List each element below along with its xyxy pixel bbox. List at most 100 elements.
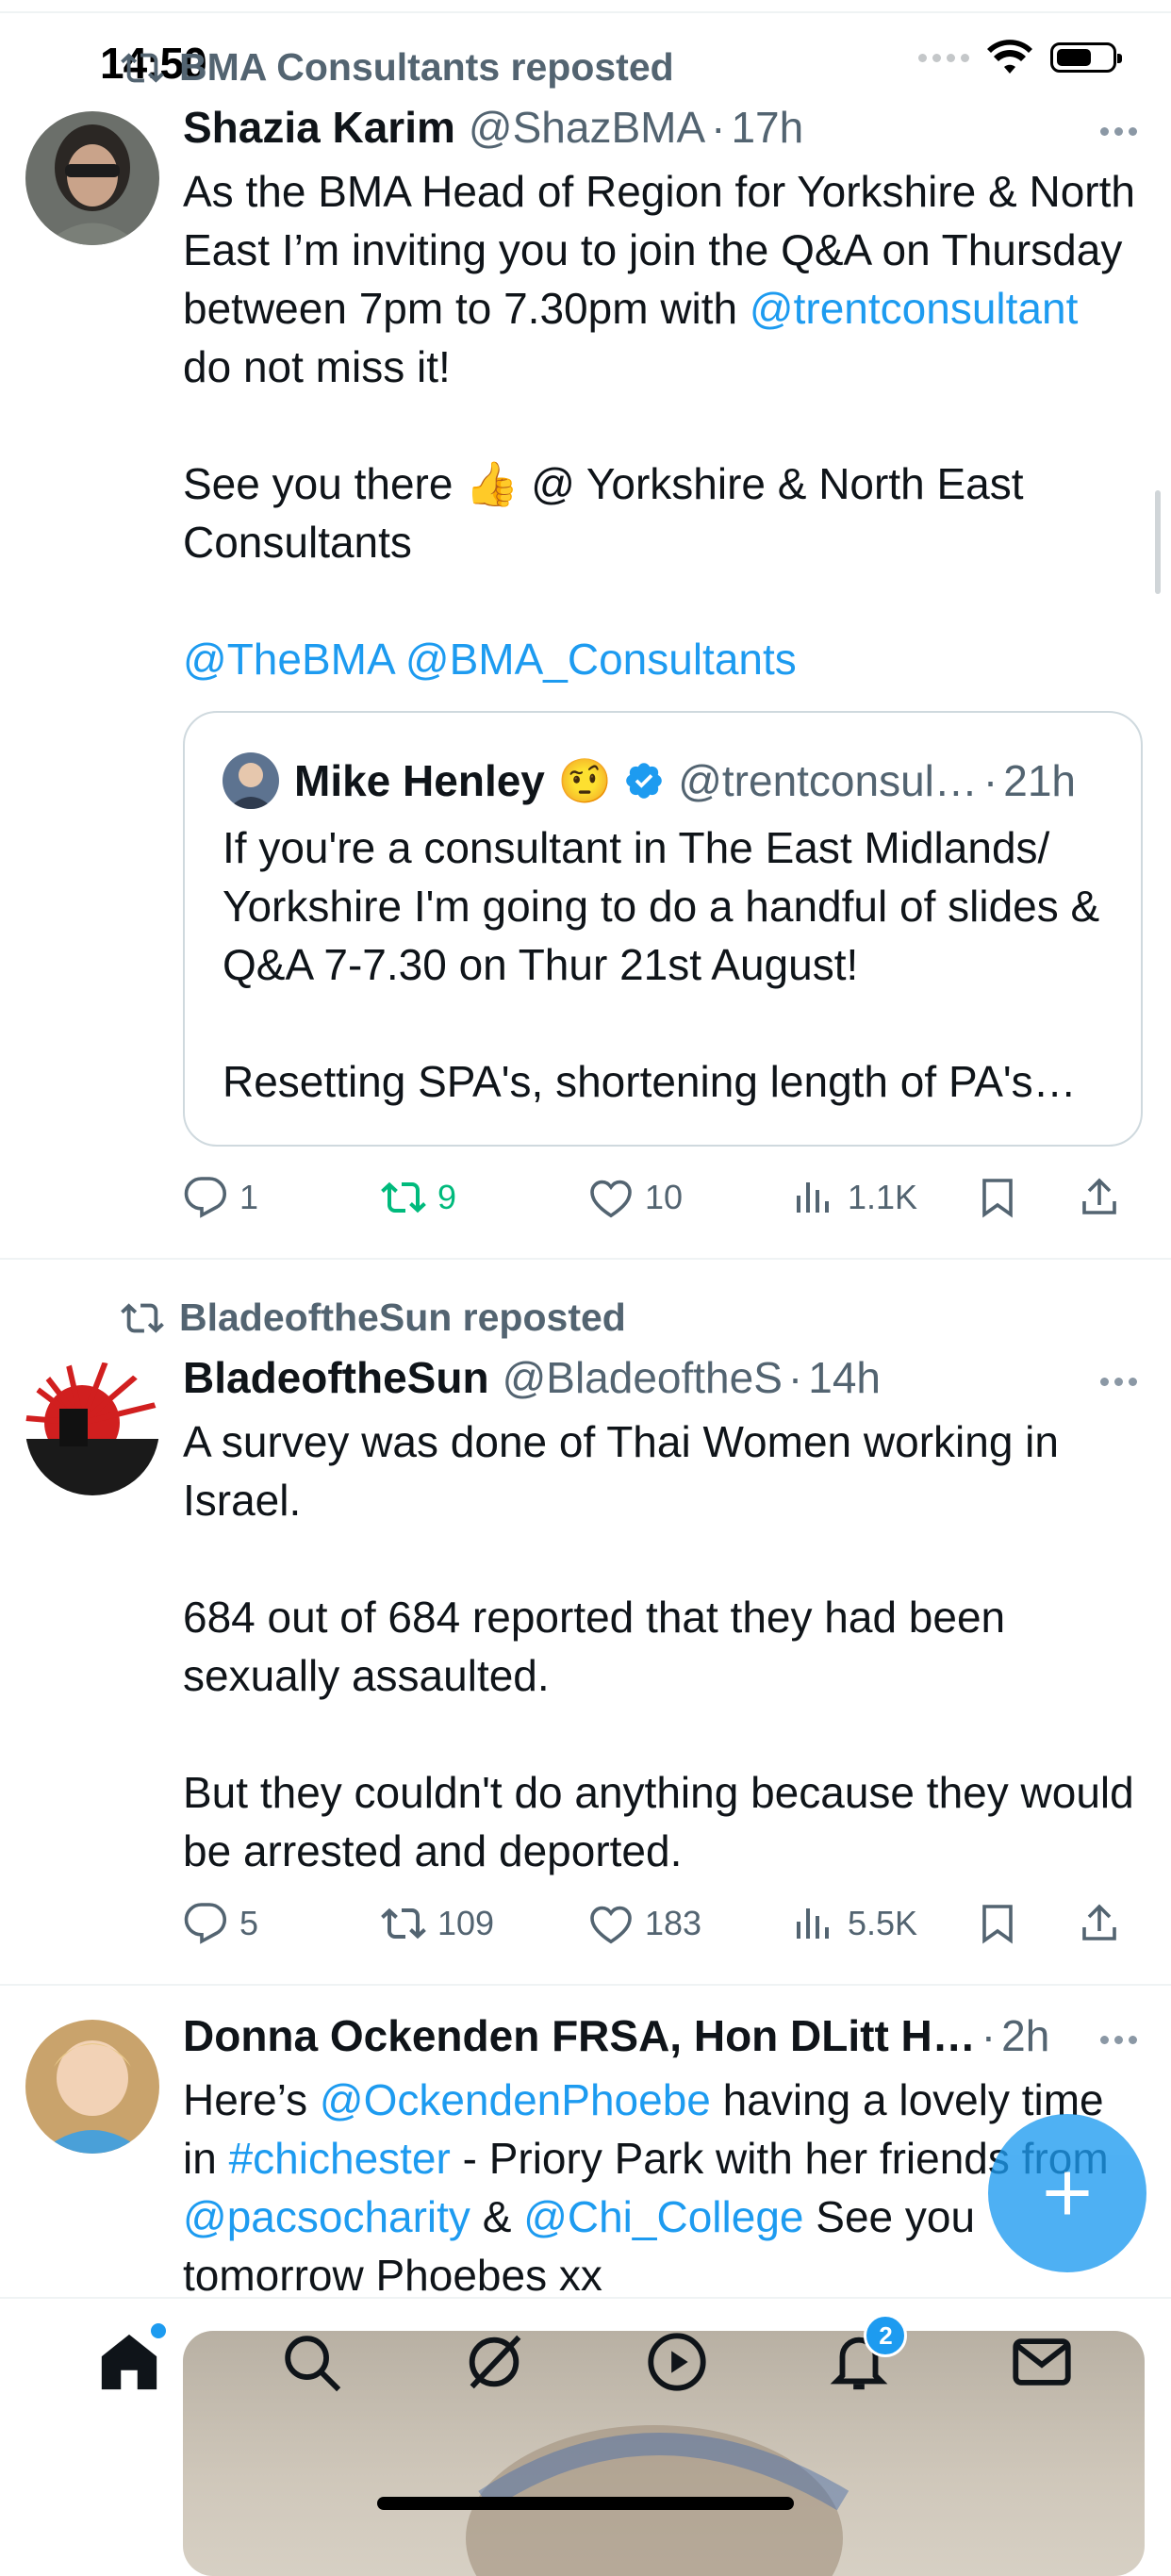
tweet-text-paragraph: A survey was done of Thai Women working … (183, 1417, 1059, 1525)
share-icon (1082, 1178, 1116, 1214)
search-icon (285, 2336, 341, 2392)
quoted-tweet-time: 21h (1003, 756, 1076, 805)
quoted-tweet[interactable]: Mike Henley 🤨 @trentconsul… · 21h If you… (183, 711, 1143, 1147)
views-icon (797, 1908, 829, 1939)
tweet-text-paragraph: But they couldn't do anything because th… (183, 1768, 1134, 1875)
repost-icon (381, 1181, 426, 1214)
tweet-text-paragraph: 684 out of 684 reported that they had be… (183, 1593, 1006, 1700)
mention-link[interactable]: @BMA_Consultants (405, 635, 797, 684)
quoted-tweet-text: If you're a consultant in The East Midla… (223, 818, 1113, 1111)
play-icon (648, 2333, 706, 2391)
tweet-header: BladeoftheSun @BladeoftheS · 14h (183, 1352, 881, 1403)
tweet-time[interactable]: 14h (808, 1352, 881, 1403)
grok-tab[interactable] (461, 2329, 527, 2395)
tweet-time[interactable]: 2h (1001, 2010, 1049, 2061)
verified-badge-icon (626, 763, 662, 799)
mention-link[interactable]: @pacsocharity (183, 2192, 470, 2241)
notifications-badge: 2 (864, 2314, 908, 2357)
bookmark-icon (982, 1905, 1013, 1944)
video-tab[interactable] (644, 2329, 710, 2395)
tweet-divider (0, 1984, 1171, 1986)
repost-icon (121, 52, 164, 83)
quoted-tweet-paragraph: Resetting SPA's, shortening length of PA… (223, 1057, 1077, 1106)
bookmark-button[interactable] (975, 1175, 1077, 1220)
mention-link[interactable]: @trentconsultant (750, 284, 1078, 333)
tweet-text-segment: Here’s (183, 2075, 320, 2124)
quoted-author-handle: @trentconsul… (678, 756, 978, 805)
cellular-signal-icon (918, 53, 969, 62)
top-divider (0, 11, 1171, 13)
home-tab[interactable] (96, 2323, 166, 2395)
avatar[interactable] (25, 111, 159, 245)
like-count: 10 (645, 1178, 684, 1216)
repost-button[interactable]: 109 (381, 1901, 588, 1946)
more-options-icon[interactable] (1100, 1378, 1137, 1386)
quoted-author-emoji: 🤨 (557, 755, 613, 805)
share-button[interactable] (1077, 1175, 1122, 1220)
tweet-actions: 1 9 10 1.1K (183, 1175, 1143, 1220)
hashtag-link[interactable]: #chichester (229, 2134, 451, 2183)
tweet-text-paragraph: See you there 👍 @ Yorkshire & North East… (183, 459, 1024, 567)
tweet-text-segment: & (470, 2192, 524, 2241)
reply-button[interactable]: 5 (183, 1901, 381, 1946)
tweet-time[interactable]: 17h (731, 102, 803, 153)
quoted-avatar (223, 752, 279, 809)
author-handle[interactable]: @BladeoftheS (503, 1352, 783, 1403)
like-button[interactable]: 10 (588, 1175, 791, 1220)
more-options-icon[interactable] (1100, 2036, 1137, 2044)
author-handle[interactable]: @ShazBMA (469, 102, 705, 153)
repost-context[interactable]: BMA Consultants reposted (121, 45, 674, 90)
repost-icon (381, 1907, 426, 1940)
views-count: 5.5K (848, 1904, 918, 1942)
share-button[interactable] (1077, 1901, 1122, 1946)
bookmark-icon (982, 1179, 1013, 1218)
mail-icon (1013, 2338, 1071, 2386)
author-name[interactable]: BladeoftheSun (183, 1352, 489, 1403)
notifications-tab[interactable]: 2 (826, 2314, 908, 2395)
views-button[interactable]: 5.5K (791, 1901, 975, 1946)
like-button[interactable]: 183 (588, 1901, 791, 1946)
repost-context[interactable]: BladeoftheSun reposted (121, 1296, 626, 1340)
reply-icon (184, 1903, 227, 1944)
quoted-author-name: Mike Henley (294, 756, 545, 805)
avatar[interactable] (25, 2020, 159, 2154)
heart-icon (590, 1906, 632, 1944)
mention-link[interactable]: @Chi_College (523, 2192, 803, 2241)
tweet-divider (0, 1258, 1171, 1260)
tweet-text-segment: do not miss it! (183, 342, 451, 391)
views-count: 1.1K (848, 1178, 918, 1216)
new-posts-dot (150, 2323, 166, 2338)
like-count: 183 (645, 1904, 702, 1942)
quoted-tweet-header: Mike Henley 🤨 @trentconsul… · 21h (223, 752, 1076, 809)
mention-link[interactable]: @TheBMA (183, 635, 393, 684)
repost-icon (121, 1302, 164, 1333)
messages-tab[interactable] (1009, 2329, 1075, 2395)
repost-button[interactable]: 9 (381, 1175, 588, 1220)
mention-link[interactable]: @OckendenPhoebe (320, 2075, 711, 2124)
home-indicator[interactable] (377, 2497, 794, 2510)
views-button[interactable]: 1.1K (791, 1175, 975, 1220)
heart-icon (590, 1180, 632, 1218)
author-name[interactable]: Donna Ockenden FRSA, Hon DLitt H… (183, 2010, 976, 2061)
bottom-nav-icons: 2 (0, 2314, 1171, 2395)
more-options-icon[interactable] (1100, 127, 1137, 136)
search-tab[interactable] (278, 2329, 344, 2395)
battery-icon (1050, 42, 1122, 73)
reply-button[interactable]: 1 (183, 1175, 381, 1220)
tweet-header: Shazia Karim @ShazBMA · 17h (183, 102, 804, 153)
repost-count: 109 (437, 1904, 495, 1942)
avatar[interactable] (25, 1362, 159, 1495)
plus-icon (1046, 2171, 1089, 2215)
author-name[interactable]: Shazia Karim (183, 102, 455, 153)
scrollbar[interactable] (1155, 490, 1161, 594)
repost-count: 9 (437, 1178, 457, 1216)
reply-count: 1 (239, 1178, 259, 1216)
compose-button[interactable] (988, 2114, 1146, 2272)
tweet-actions: 5 109 183 5.5K (183, 1901, 1143, 1946)
bookmark-button[interactable] (975, 1901, 1077, 1946)
grok-icon (469, 2335, 521, 2389)
home-icon (101, 2334, 157, 2390)
reply-icon (184, 1177, 227, 1218)
views-icon (797, 1182, 829, 1213)
reply-count: 5 (239, 1904, 259, 1942)
